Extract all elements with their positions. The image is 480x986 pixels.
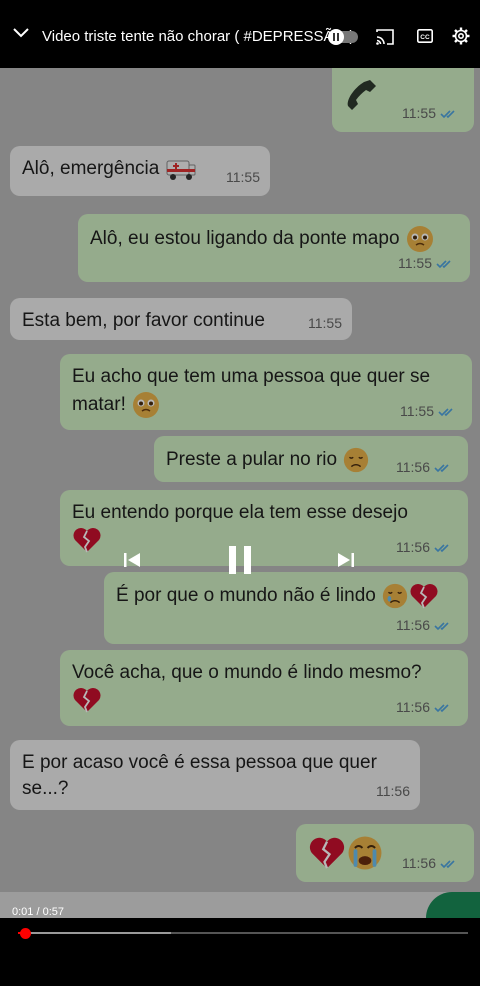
captions-icon[interactable]: CC bbox=[417, 29, 433, 43]
progress-bar[interactable] bbox=[18, 932, 468, 934]
next-video-icon[interactable] bbox=[336, 551, 356, 569]
cast-icon[interactable] bbox=[376, 29, 394, 45]
autoplay-toggle-icon[interactable] bbox=[328, 29, 358, 45]
previous-video-icon[interactable] bbox=[122, 551, 142, 569]
svg-text:CC: CC bbox=[420, 34, 430, 41]
buffered-progress bbox=[18, 932, 171, 934]
player-bottom-bar bbox=[0, 918, 480, 986]
settings-gear-icon[interactable] bbox=[452, 27, 470, 45]
video-title: Video triste tente não chorar ( #DEPRESS… bbox=[42, 28, 355, 45]
video-frame[interactable]: 11:55 Alô, emergência 11:55 Alô, eu esto… bbox=[0, 68, 480, 918]
time-display: 0:01 / 0:57 bbox=[12, 906, 64, 918]
pause-icon[interactable] bbox=[226, 544, 254, 576]
controls-overlay[interactable] bbox=[0, 68, 480, 918]
chevron-down-icon[interactable] bbox=[12, 26, 30, 40]
player-top-bar: Video triste tente não chorar ( #DEPRESS… bbox=[0, 0, 480, 68]
